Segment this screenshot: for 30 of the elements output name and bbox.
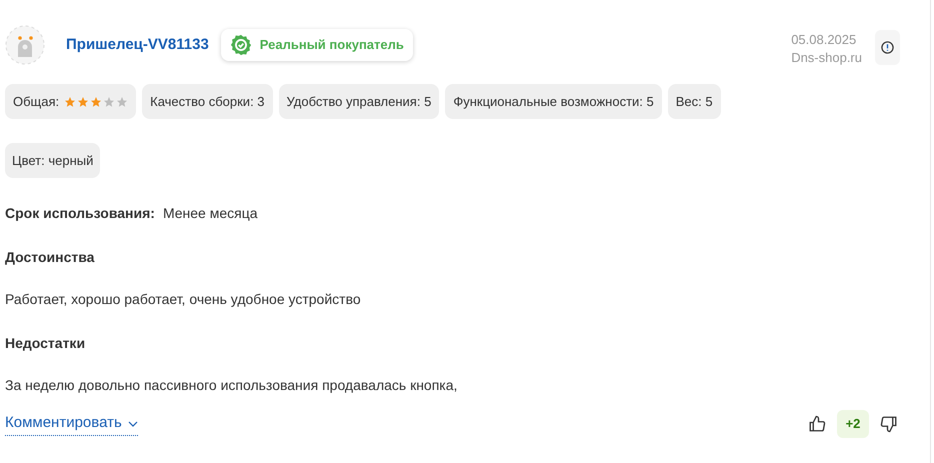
star-icon: [103, 96, 116, 108]
section-title: Недостатки: [5, 334, 86, 353]
star-icon: [90, 96, 102, 108]
rating-chip: Качество сборки: 3: [142, 84, 273, 119]
review-date: 05.08.2025: [791, 31, 856, 49]
star-icon: [77, 96, 90, 108]
vote-count: +2: [837, 410, 869, 438]
verified-buyer-badge: Реальный покупатель: [220, 29, 413, 61]
star-icon: [64, 96, 76, 108]
thumbs-up-icon: [808, 415, 826, 433]
rating-chip: Общая:: [5, 84, 136, 119]
color-chip: Цвет: черный: [5, 143, 100, 178]
review-source: Dns-shop.ru: [791, 49, 862, 67]
avatar-icon: [5, 25, 45, 65]
thumbs-down-icon: [880, 415, 898, 433]
section-text: Работает, хорошо работает, очень удобное устройство: [5, 290, 361, 309]
star-icon: [116, 96, 128, 108]
chevron-down-icon: [128, 420, 138, 426]
usage-label: Срок использования:: [5, 204, 155, 223]
usage-value: Менее месяца: [162, 204, 258, 223]
verified-check-icon: [230, 34, 252, 56]
info-icon: [881, 41, 894, 54]
rating-chip: Вес: 5: [668, 84, 721, 119]
section-text: За неделю довольно пассивного использования продавалась кнопка,: [5, 376, 458, 395]
rating-chip: Удобство управления: 5: [278, 84, 440, 119]
rating-chip: Функциональные возможности: 5: [445, 84, 662, 119]
section-title: Достоинства: [5, 248, 94, 267]
comment-link[interactable]: Комментировать: [5, 412, 138, 436]
report-button[interactable]: [875, 30, 900, 65]
author-name[interactable]: Пришелец-VV81133: [66, 34, 209, 56]
